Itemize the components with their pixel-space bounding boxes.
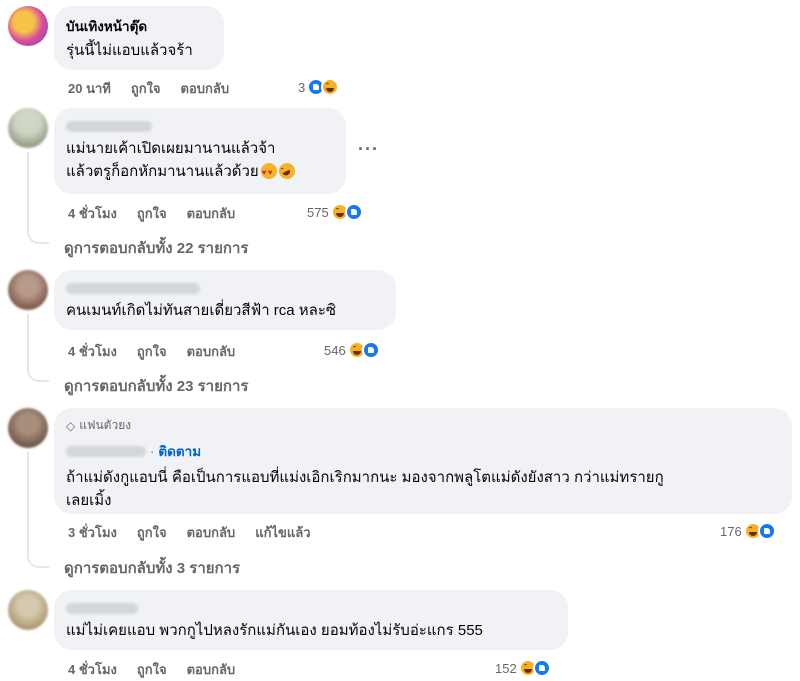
like-button[interactable]: ถูกใจ	[131, 78, 161, 99]
comment-timestamp[interactable]: 3 ชั่วโมง	[68, 522, 117, 543]
follow-button[interactable]: ติดตาม	[158, 440, 201, 462]
view-replies-link[interactable]: ดูการตอบกลับทั้ง 23 รายการ	[64, 374, 248, 398]
more-options-icon[interactable]: ···	[358, 139, 379, 160]
reply-button[interactable]: ตอบกลับ	[181, 78, 230, 99]
like-icon	[361, 341, 380, 359]
reaction-summary[interactable]: 152	[495, 659, 551, 677]
comment-text: แม่ไม่เคยแอบ พวกกูไปหลงรักแม่กันเอง ยอมท…	[66, 622, 483, 639]
view-replies-link[interactable]: ดูการตอบกลับทั้ง 22 รายการ	[64, 236, 248, 260]
thread-curve	[27, 368, 49, 382]
comment-timestamp[interactable]: 4 ชั่วโมง	[68, 659, 117, 680]
reaction-count: 575	[307, 204, 329, 220]
reaction-summary[interactable]: 546	[324, 341, 380, 359]
heart-eyes-emoji-icon	[260, 161, 277, 184]
avatar[interactable]	[8, 108, 48, 148]
comment-text-line: เลยเมิ้ง	[66, 492, 112, 509]
comment-timestamp[interactable]: 4 ชั่วโมง	[68, 203, 117, 224]
comment-text: คนเมนท์เกิดไม่ทันสายเดี่ยวสีฟ้า rca หละซ…	[66, 302, 337, 319]
thread-curve	[27, 230, 49, 244]
comment-timestamp[interactable]: 4 ชั่วโมง	[68, 341, 117, 362]
thread-line	[27, 452, 29, 558]
comment-actions: 4 ชั่วโมง ถูกใจ ตอบกลับ	[68, 203, 235, 224]
comment-actions: 20 นาที ถูกใจ ตอบกลับ	[68, 78, 229, 99]
reply-button[interactable]: ตอบกลับ	[187, 341, 236, 362]
reaction-summary[interactable]: 176	[720, 522, 776, 540]
diamond-icon: ◇	[66, 418, 76, 433]
comment-text-line: แม่นายเค้าเปิดเผยมานานแล้วจ้า	[66, 140, 276, 157]
like-icon	[757, 522, 776, 540]
haha-icon	[321, 78, 340, 96]
like-button[interactable]: ถูกใจ	[137, 341, 167, 362]
separator: ·	[150, 443, 155, 459]
comment-text-line: ถ้าแม่ดังกูแอบนี่ คือเป็นการแอบที่แม่งเอ…	[66, 469, 664, 486]
fan-badge: ◇ แฟนตัวยง	[66, 418, 132, 433]
comment-actions: 4 ชั่วโมง ถูกใจ ตอบกลับ	[68, 659, 235, 680]
comment-bubble: คนเมนท์เกิดไม่ทันสายเดี่ยวสีฟ้า rca หละซ…	[54, 270, 396, 330]
thread-line	[27, 314, 29, 370]
comment-author-blurred[interactable]	[66, 445, 146, 457]
like-icon	[344, 203, 363, 221]
comment-author-blurred[interactable]	[66, 283, 200, 294]
reaction-count: 176	[720, 523, 742, 539]
comment-text-line: แล้วตรูก็อกหักมานานแล้วด้วย	[66, 160, 334, 184]
reaction-count: 3	[298, 79, 306, 95]
comment-text: รุ่นนี้ไม่แอบแล้วจร้า	[66, 42, 193, 59]
avatar[interactable]	[8, 270, 48, 310]
comment-timestamp[interactable]: 20 นาที	[68, 78, 111, 99]
comment-author[interactable]: บันเทิงหน้าตุ๊ด	[66, 15, 212, 37]
reply-button[interactable]: ตอบกลับ	[187, 522, 236, 543]
like-button[interactable]: ถูกใจ	[137, 203, 167, 224]
comment-bubble: ◇ แฟนตัวยง · ติดตาม ถ้าแม่ดังกูแอบนี่ คื…	[54, 408, 792, 514]
like-button[interactable]: ถูกใจ	[137, 522, 167, 543]
reply-button[interactable]: ตอบกลับ	[187, 203, 236, 224]
reaction-summary[interactable]: 3	[298, 78, 340, 96]
thread-curve	[27, 554, 49, 568]
reaction-count: 152	[495, 660, 517, 676]
reply-button[interactable]: ตอบกลับ	[187, 659, 236, 680]
avatar[interactable]	[8, 408, 48, 448]
reaction-count: 546	[324, 342, 346, 358]
comment-actions: 4 ชั่วโมง ถูกใจ ตอบกลับ	[68, 341, 235, 362]
like-button[interactable]: ถูกใจ	[137, 659, 167, 680]
comment-author-blurred[interactable]	[66, 603, 138, 614]
thread-line	[27, 152, 29, 232]
view-replies-link[interactable]: ดูการตอบกลับทั้ง 3 รายการ	[64, 556, 240, 580]
comment-actions: 3 ชั่วโมง ถูกใจ ตอบกลับ แก้ไขแล้ว	[68, 522, 311, 543]
avatar[interactable]	[8, 6, 48, 46]
avatar[interactable]	[8, 590, 48, 630]
comment-bubble: แม่นายเค้าเปิดเผยมานานแล้วจ้า แล้วตรูก็อ…	[54, 108, 346, 194]
edited-label: แก้ไขแล้ว	[255, 525, 311, 540]
comment-author-blurred[interactable]	[66, 121, 152, 132]
comment-bubble: บันเทิงหน้าตุ๊ด รุ่นนี้ไม่แอบแล้วจร้า	[54, 6, 224, 70]
rofl-emoji-icon	[276, 160, 298, 182]
like-icon	[532, 659, 551, 677]
reaction-summary[interactable]: 575	[307, 203, 363, 221]
comment-bubble: แม่ไม่เคยแอบ พวกกูไปหลงรักแม่กันเอง ยอมท…	[54, 590, 568, 650]
